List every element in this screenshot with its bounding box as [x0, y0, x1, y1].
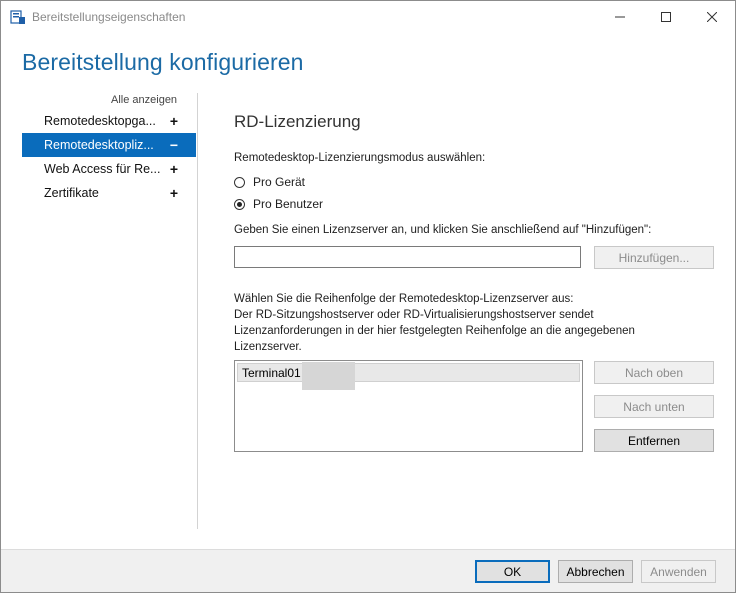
title-bar: Bereitstellungseigenschaften: [1, 1, 735, 32]
apply-button[interactable]: Anwenden: [641, 560, 716, 583]
server-manager-icon: [10, 9, 26, 25]
dialog-window: Bereitstellungseigenschaften Bereitstell…: [0, 0, 736, 593]
close-button[interactable]: [689, 1, 735, 32]
list-item[interactable]: Terminal01: [237, 362, 580, 390]
redacted-region: [302, 362, 355, 390]
order-description-line: Der RD-Sitzungshostserver oder RD-Virtua…: [234, 309, 594, 321]
list-item-label: Terminal01: [242, 366, 301, 380]
section-title: RD-Lizenzierung: [234, 112, 361, 131]
minimize-icon: [615, 12, 625, 22]
remove-button[interactable]: Entfernen: [594, 429, 714, 452]
ok-button[interactable]: OK: [475, 560, 550, 583]
sidebar-item-rd-gateway[interactable]: Remotedesktopga... +: [22, 109, 196, 133]
radio-circle: [234, 198, 245, 210]
radio-selected-dot: [237, 201, 242, 207]
order-description-line: Wählen Sie die Reihenfolge der Remotedes…: [234, 293, 574, 305]
sidebar-item-label: Remotedesktopliz...: [44, 138, 154, 152]
radio-per-user[interactable]: Pro Benutzer: [234, 197, 323, 211]
order-description: Wählen Sie die Reihenfolge der Remotedes…: [234, 291, 635, 355]
sidebar-item-certificates[interactable]: Zertifikate +: [22, 181, 196, 205]
license-server-input[interactable]: [234, 246, 581, 268]
maximize-button[interactable]: [643, 1, 689, 32]
collapse-icon: −: [169, 137, 178, 153]
order-description-line: Lizenzserver.: [234, 341, 302, 353]
window-title: Bereitstellungseigenschaften: [32, 10, 186, 24]
cancel-button[interactable]: Abbrechen: [558, 560, 633, 583]
sidebar-item-web-access[interactable]: Web Access für Re... +: [22, 157, 196, 181]
move-up-button[interactable]: Nach oben: [594, 361, 714, 384]
sidebar-item-rd-licensing[interactable]: Remotedesktopliz... −: [22, 133, 196, 157]
expand-icon: +: [169, 185, 178, 201]
page-title: Bereitstellung konfigurieren: [22, 49, 304, 75]
minimize-button[interactable]: [597, 1, 643, 32]
license-server-prompt: Geben Sie einen Lizenzserver an, und kli…: [234, 224, 652, 236]
add-button[interactable]: Hinzufügen...: [594, 246, 714, 269]
radio-per-device[interactable]: Pro Gerät: [234, 175, 305, 189]
license-server-list[interactable]: Terminal01: [234, 360, 583, 452]
sidebar-item-label: Zertifikate: [44, 186, 99, 200]
sidebar-nav: Remotedesktopga... + Remotedesktopliz...…: [22, 109, 196, 205]
radio-circle: [234, 176, 245, 188]
sidebar-item-label: Remotedesktopga...: [44, 114, 156, 128]
close-icon: [707, 11, 717, 22]
move-down-button[interactable]: Nach unten: [594, 395, 714, 418]
order-description-line: Lizenzanforderungen in der hier festgele…: [234, 325, 635, 337]
sidebar-item-label: Web Access für Re...: [44, 162, 161, 176]
maximize-icon: [661, 11, 671, 22]
licensing-mode-label: Remotedesktop-Lizenzierungsmodus auswähl…: [234, 152, 486, 164]
expand-icon: +: [169, 161, 178, 177]
expand-icon: +: [169, 113, 178, 129]
radio-label: Pro Gerät: [253, 175, 306, 189]
radio-label: Pro Benutzer: [253, 197, 324, 211]
show-all-link[interactable]: Alle anzeigen: [111, 94, 177, 106]
sidebar-divider: [197, 93, 198, 529]
